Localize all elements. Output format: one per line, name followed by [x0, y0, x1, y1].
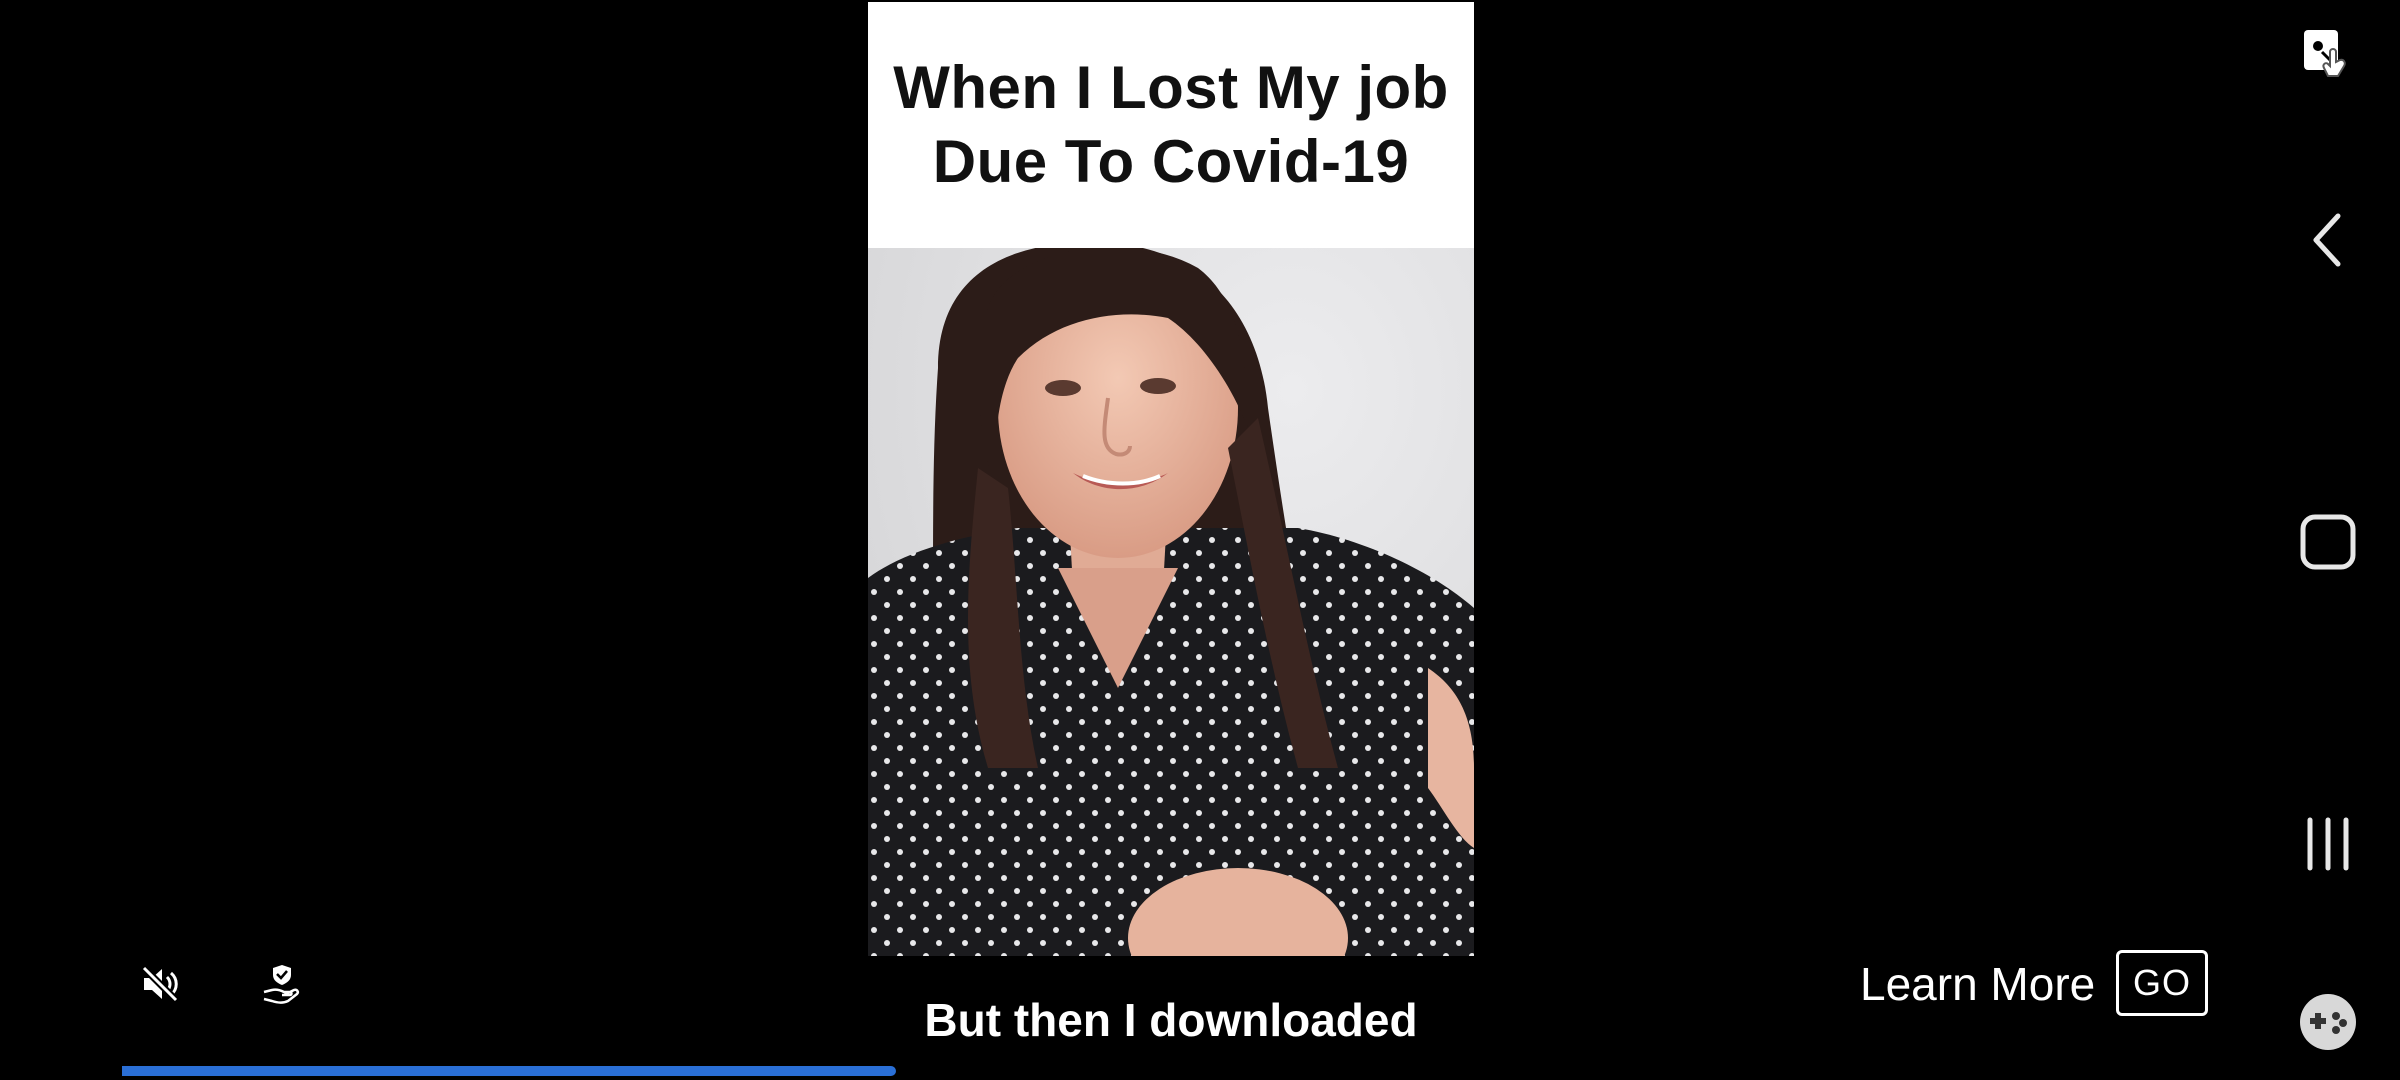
person-illustration — [868, 248, 1474, 956]
home-button[interactable] — [2296, 510, 2360, 574]
mute-button[interactable] — [128, 952, 192, 1016]
privacy-button[interactable] — [250, 952, 314, 1016]
go-button[interactable]: GO — [2116, 950, 2208, 1016]
learn-more-link[interactable]: Learn More — [1860, 950, 2095, 1018]
video-progress-bar[interactable] — [122, 1066, 2272, 1076]
game-tools-button[interactable] — [2296, 990, 2360, 1054]
video-caption: But then I downloaded — [924, 994, 1418, 1046]
screen-capture-button[interactable] — [2296, 24, 2360, 88]
ad-video-screen: When I Lost My job Due To Covid-19 But t… — [0, 0, 2400, 1080]
hand-shield-icon — [263, 965, 300, 1004]
video-title-line-1: When I Lost My job — [893, 54, 1449, 121]
volume-muted-icon — [141, 965, 179, 1003]
chevron-left-icon — [2313, 213, 2341, 267]
recent-apps-button[interactable] — [2296, 812, 2360, 876]
back-button[interactable] — [2296, 208, 2360, 272]
video-progress-fill — [122, 1066, 896, 1076]
video-frame-person — [868, 248, 1474, 956]
video-title-band: When I Lost My job Due To Covid-19 — [868, 2, 1474, 248]
video-title-line-2: Due To Covid-19 — [932, 128, 1410, 195]
video-title: When I Lost My job Due To Covid-19 — [868, 51, 1474, 199]
game-controller-icon — [2300, 994, 2356, 1050]
square-home-icon — [2300, 514, 2356, 570]
video-player[interactable]: When I Lost My job Due To Covid-19 — [868, 0, 1474, 956]
screen-capture-icon — [2304, 30, 2346, 77]
recent-apps-icon — [2307, 817, 2349, 871]
